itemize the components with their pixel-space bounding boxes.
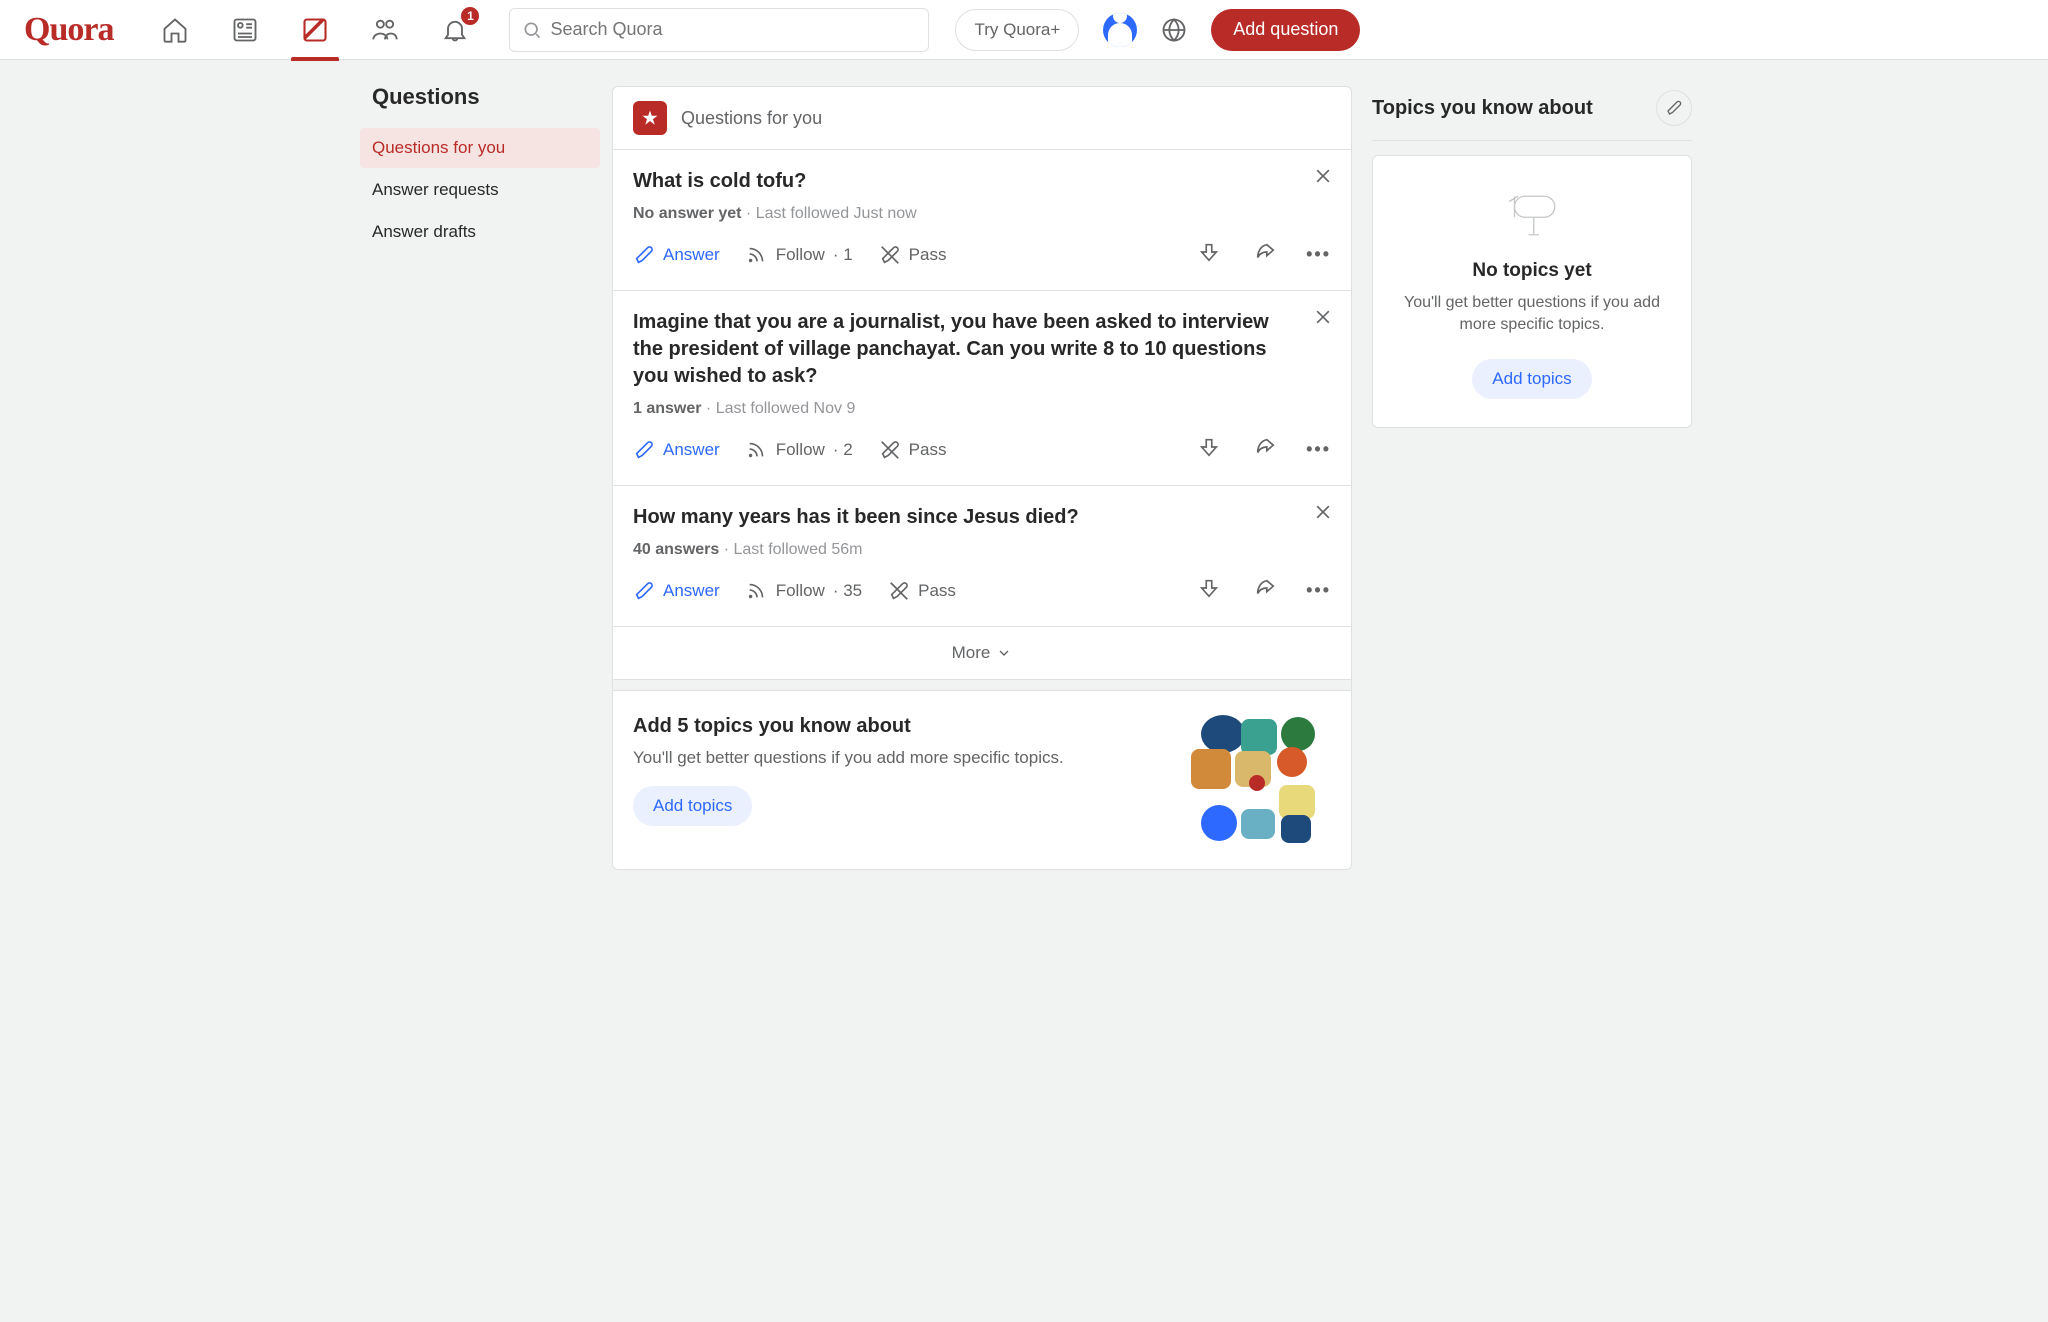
add-question-button[interactable]: Add question <box>1211 9 1360 51</box>
no-topics-title: No topics yet <box>1391 260 1673 282</box>
avatar[interactable] <box>1103 13 1137 47</box>
notification-badge: 1 <box>461 7 479 25</box>
search-box[interactable] <box>509 8 929 52</box>
pass-button[interactable]: Pass <box>879 244 947 266</box>
topic-promo-body: You'll get better questions if you add m… <box>633 748 1171 768</box>
dismiss-button[interactable] <box>1313 166 1333 191</box>
pass-button[interactable]: Pass <box>879 439 947 461</box>
nav-home[interactable] <box>143 5 207 55</box>
question-title[interactable]: How many years has it been since Jesus d… <box>633 504 1331 531</box>
top-header: Quora 1 Try Quora+ Add question <box>0 0 2048 60</box>
main-feed: Questions for you What is cold tofu? No … <box>612 86 1352 870</box>
search-icon <box>522 20 542 40</box>
search-wrap <box>509 8 929 52</box>
language-button[interactable] <box>1157 13 1191 47</box>
edit-icon <box>301 16 329 44</box>
more-menu-button[interactable]: ••• <box>1306 244 1331 265</box>
sidebar-item-answer-drafts[interactable]: Answer drafts <box>360 212 600 252</box>
add-topics-button-right[interactable]: Add topics <box>1472 359 1591 399</box>
more-menu-button[interactable]: ••• <box>1306 439 1331 460</box>
nav-answer[interactable] <box>283 5 347 55</box>
add-topics-button[interactable]: Add topics <box>633 786 752 826</box>
star-icon <box>633 101 667 135</box>
question-meta: 1 answer · Last followed Nov 9 <box>633 400 1331 418</box>
pass-button[interactable]: Pass <box>888 580 956 602</box>
downvote-button[interactable] <box>1194 432 1224 467</box>
question-card: What is cold tofu? No answer yet · Last … <box>613 150 1351 291</box>
more-menu-button[interactable]: ••• <box>1306 580 1331 601</box>
question-meta: No answer yet · Last followed Just now <box>633 205 1331 223</box>
mailbox-icon <box>1497 184 1567 244</box>
topics-illustration <box>1191 715 1331 845</box>
share-button[interactable] <box>1250 237 1280 272</box>
topic-promo-title: Add 5 topics you know about <box>633 715 1171 738</box>
answer-button[interactable]: Answer <box>633 439 720 461</box>
edit-topics-button[interactable] <box>1656 90 1692 126</box>
downvote-button[interactable] <box>1194 573 1224 608</box>
no-topics-body: You'll get better questions if you add m… <box>1391 292 1673 337</box>
feed-header: Questions for you <box>613 87 1351 150</box>
follow-button[interactable]: Follow2 <box>746 439 853 461</box>
nav-following[interactable] <box>213 5 277 55</box>
section-divider <box>613 679 1351 691</box>
pencil-icon <box>1665 99 1683 117</box>
more-button[interactable]: More <box>613 627 1351 679</box>
sidebar-item-questions-for-you[interactable]: Questions for you <box>360 128 600 168</box>
left-sidebar: Questions Questions for you Answer reque… <box>360 60 600 870</box>
home-icon <box>161 16 189 44</box>
list-icon <box>231 16 259 44</box>
follow-button[interactable]: Follow35 <box>746 580 862 602</box>
chevron-down-icon <box>996 645 1012 661</box>
dismiss-button[interactable] <box>1313 502 1333 527</box>
share-button[interactable] <box>1250 432 1280 467</box>
follow-button[interactable]: Follow1 <box>746 244 853 266</box>
share-button[interactable] <box>1250 573 1280 608</box>
sidebar-title: Questions <box>360 84 600 128</box>
no-topics-card: No topics yet You'll get better question… <box>1372 155 1692 428</box>
try-quora-plus-button[interactable]: Try Quora+ <box>955 9 1079 51</box>
sidebar-item-answer-requests[interactable]: Answer requests <box>360 170 600 210</box>
question-title[interactable]: Imagine that you are a journalist, you h… <box>633 309 1331 390</box>
right-col-header: Topics you know about <box>1372 90 1692 141</box>
quora-logo[interactable]: Quora <box>24 11 113 49</box>
nav-notifications[interactable]: 1 <box>423 5 487 55</box>
question-title[interactable]: What is cold tofu? <box>633 168 1331 195</box>
search-input[interactable] <box>550 19 916 40</box>
question-card: How many years has it been since Jesus d… <box>613 486 1351 627</box>
right-column: Topics you know about No topics yet You'… <box>1372 60 1692 870</box>
downvote-button[interactable] <box>1194 237 1224 272</box>
nav-spaces[interactable] <box>353 5 417 55</box>
dismiss-button[interactable] <box>1313 307 1333 332</box>
question-meta: 40 answers · Last followed 56m <box>633 541 1331 559</box>
right-col-title: Topics you know about <box>1372 97 1593 120</box>
answer-button[interactable]: Answer <box>633 580 720 602</box>
topic-promo-card: Add 5 topics you know about You'll get b… <box>613 691 1351 869</box>
globe-icon <box>1160 16 1188 44</box>
people-icon <box>371 16 399 44</box>
question-card: Imagine that you are a journalist, you h… <box>613 291 1351 486</box>
answer-button[interactable]: Answer <box>633 244 720 266</box>
feed-header-label: Questions for you <box>681 108 822 129</box>
